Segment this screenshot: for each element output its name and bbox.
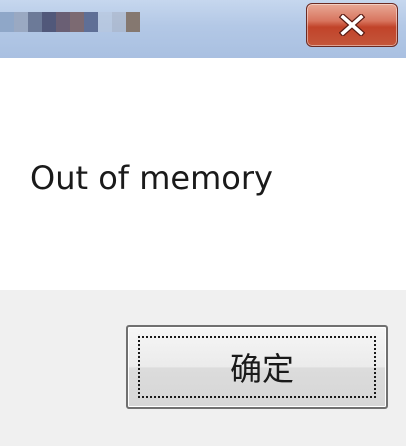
title-pixel-block xyxy=(98,12,112,32)
title-pixel-block xyxy=(112,12,126,32)
error-dialog: Out of memory 确定 xyxy=(0,0,406,446)
title-bar[interactable] xyxy=(0,0,406,58)
window-title-pixelated xyxy=(0,12,140,32)
title-pixel-block xyxy=(42,12,56,32)
close-icon xyxy=(339,14,365,36)
title-pixel-block xyxy=(126,12,140,32)
title-pixel-block xyxy=(56,12,70,32)
title-pixel-block xyxy=(0,12,14,32)
ok-button[interactable]: 确定 xyxy=(126,325,388,409)
title-pixel-block xyxy=(14,12,28,32)
ok-button-label: 确定 xyxy=(229,350,294,388)
title-pixel-block xyxy=(28,12,42,32)
message-area: Out of memory xyxy=(0,58,406,290)
title-pixel-block xyxy=(70,12,84,32)
close-button[interactable] xyxy=(306,3,398,47)
error-message: Out of memory xyxy=(30,159,273,197)
title-pixel-block xyxy=(84,12,98,32)
button-area: 确定 xyxy=(0,290,406,446)
